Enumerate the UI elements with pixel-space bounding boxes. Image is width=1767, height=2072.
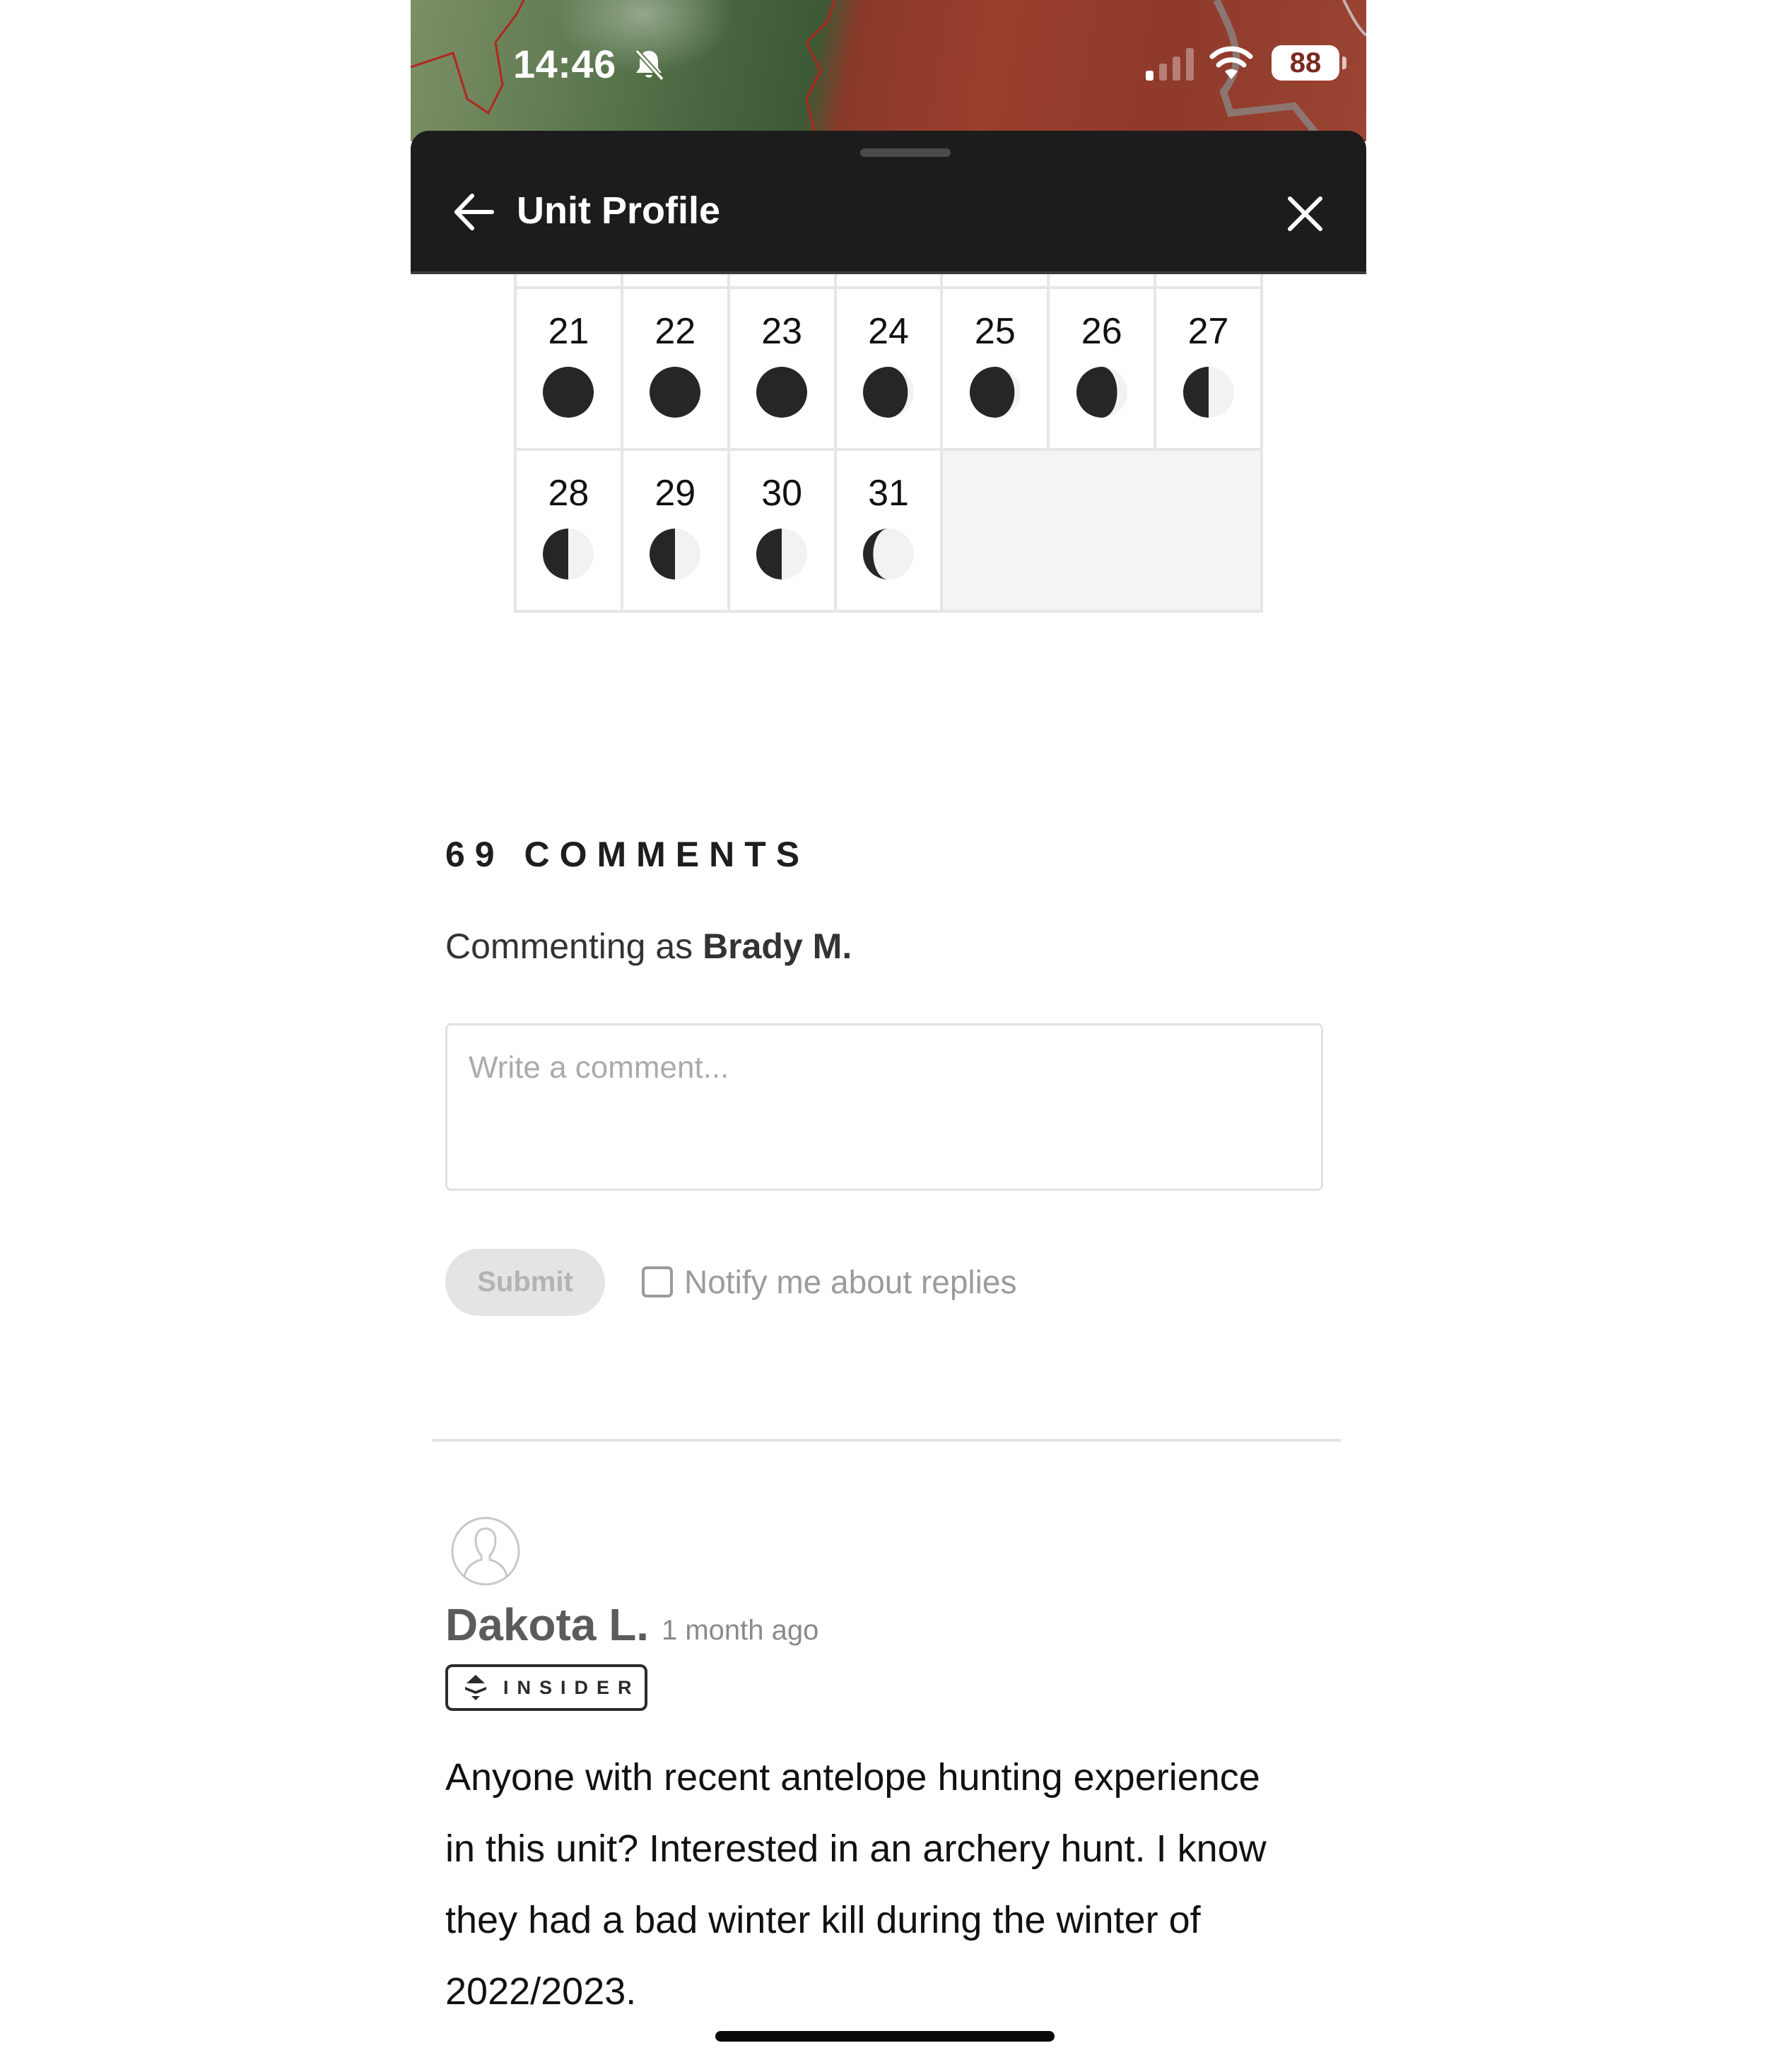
calendar-day-cell[interactable]: 22 (623, 289, 727, 448)
calendar-day-cell[interactable]: 21 (517, 289, 621, 448)
badge-label: INSIDER (503, 1676, 640, 1698)
phone-screen: 14:46 88 Unit Profile 21 22 23 24 25 26 … (411, 0, 1366, 2072)
moon-phase-icon (862, 367, 914, 418)
moon-phase-icon (862, 529, 914, 579)
battery-nub (1342, 57, 1346, 69)
moon-phase-icon (543, 367, 594, 418)
day-number: 23 (761, 311, 803, 352)
insider-badge: INSIDER (445, 1664, 647, 1711)
moon-phase-icon (650, 367, 701, 418)
comment-author[interactable]: Dakota L. (445, 1599, 649, 1651)
day-number: 24 (868, 311, 909, 352)
day-number: 22 (654, 311, 696, 352)
calendar-day-cell[interactable]: 24 (836, 289, 941, 448)
day-number: 30 (761, 473, 803, 514)
moon-phase-icon (756, 367, 808, 418)
status-time: 14:46 (513, 42, 616, 86)
drag-handle[interactable] (860, 148, 951, 157)
calendar-day-cell[interactable]: 23 (729, 289, 834, 448)
calendar-day-cell[interactable]: 27 (1156, 289, 1260, 448)
submit-button[interactable]: Submit (445, 1249, 605, 1316)
commenting-as-label: Commenting as Brady M. (445, 926, 852, 967)
day-number: 26 (1081, 311, 1122, 352)
comment-line: Anyone with recent antelope hunting expe… (445, 1756, 1260, 1799)
moon-phase-icon (650, 529, 701, 579)
calendar-day-cell[interactable]: 30 (729, 451, 834, 610)
section-divider (433, 1439, 1341, 1442)
comment-line: 2022/2023. (445, 1970, 637, 2013)
moon-phase-icon (756, 529, 808, 579)
sheet-header: Unit Profile (411, 131, 1366, 274)
calendar-day-cell[interactable]: 31 (836, 451, 941, 610)
close-icon[interactable] (1279, 187, 1332, 240)
wifi-icon (1209, 46, 1253, 79)
calendar-grid: 21 22 23 24 25 26 27 28 29 30 31 (514, 289, 1263, 613)
back-arrow-icon[interactable] (450, 187, 499, 237)
battery-indicator: 88 (1272, 45, 1339, 81)
day-number: 29 (654, 473, 696, 514)
calendar-day-cell[interactable]: 25 (943, 289, 1047, 448)
comment-line: in this unit? Interested in an archery h… (445, 1827, 1267, 1870)
moon-phase-icon (543, 529, 594, 579)
day-number: 31 (868, 473, 909, 514)
comment-timestamp: 1 month ago (662, 1615, 819, 1646)
silent-bell-icon (635, 49, 664, 81)
notify-replies-toggle[interactable]: Notify me about replies (642, 1262, 1016, 1302)
current-user-name: Brady M. (703, 926, 852, 966)
calendar-day-cell[interactable]: 28 (517, 451, 621, 610)
comment-line: they had a bad winter kill during the wi… (445, 1899, 1201, 1941)
home-indicator[interactable] (715, 2031, 1055, 2042)
comments-count-heading: 69 COMMENTS (445, 835, 810, 874)
user-avatar-icon[interactable] (450, 1516, 521, 1587)
insider-logo-icon (465, 1675, 486, 1700)
calendar-day-cell[interactable]: 26 (1050, 289, 1154, 448)
status-bar: 14:46 88 (411, 0, 1366, 131)
comment-body: Anyone with recent antelope hunting expe… (445, 1742, 1336, 2027)
calendar-day-cell[interactable]: 29 (623, 451, 727, 610)
day-number: 25 (974, 311, 1016, 352)
notify-checkbox[interactable] (642, 1266, 673, 1297)
moon-phase-icon (969, 367, 1021, 418)
commenting-as-prefix: Commenting as (445, 926, 693, 966)
day-number: 27 (1187, 311, 1229, 352)
day-number: 21 (548, 311, 589, 352)
moon-phase-icon (1076, 367, 1127, 418)
page-title: Unit Profile (517, 189, 721, 232)
calendar-empty-cells (943, 451, 1260, 610)
day-number: 28 (548, 473, 589, 514)
calendar-previous-row-edge (514, 274, 1263, 289)
notify-label: Notify me about replies (684, 1264, 1017, 1300)
cellular-signal-icon (1146, 48, 1194, 81)
moon-phase-icon (1182, 367, 1234, 418)
moon-phase-calendar: 21 22 23 24 25 26 27 28 29 30 31 (514, 274, 1263, 613)
comment-input[interactable] (445, 1023, 1323, 1191)
